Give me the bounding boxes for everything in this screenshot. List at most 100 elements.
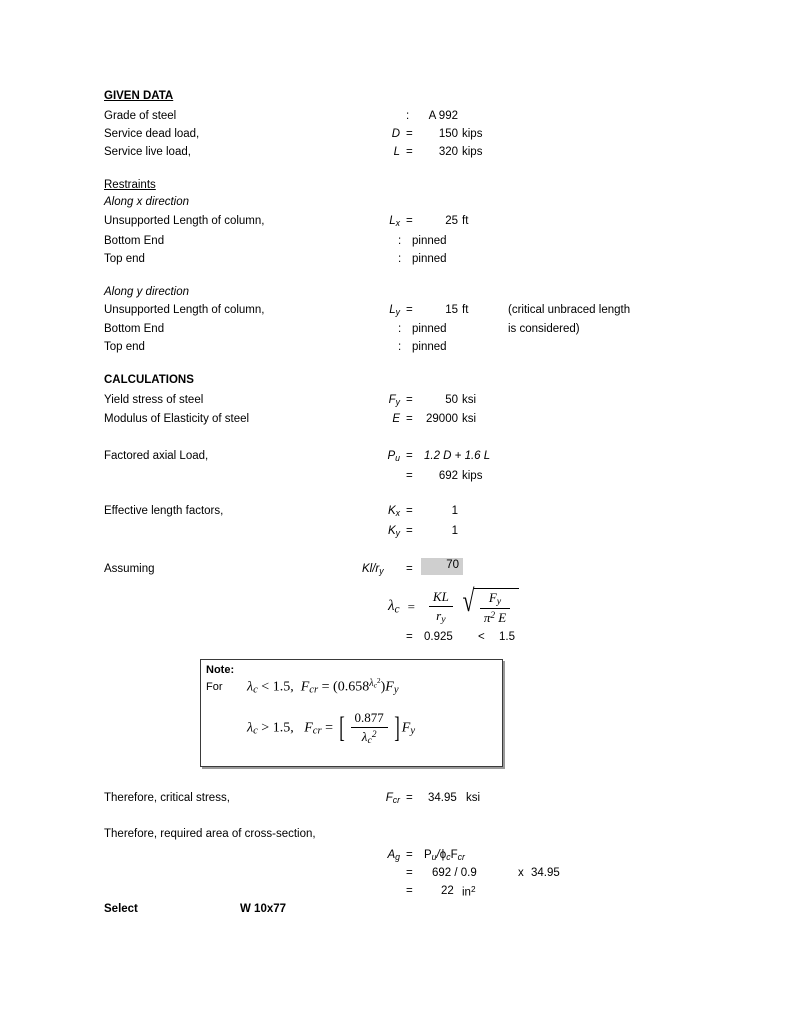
required-area-label: Therefore, required area of cross-sectio… (104, 828, 316, 840)
note-equation-elastic: λc < 1.5, Fcr = (0.658λc2)Fy (247, 677, 399, 696)
lambda-c-symbol: λc (388, 598, 400, 616)
yield-stress-unit: ksi (462, 394, 477, 406)
unsupported-length-y-value: 15 (445, 304, 458, 316)
yield-stress-label: Yield stress of steel (104, 394, 204, 406)
ry-denominator: ry (436, 608, 446, 626)
unsupported-length-y-unit: ft (462, 304, 469, 316)
slenderness-ratio-value: 70 (421, 558, 463, 575)
critical-stress-symbol: Fcr (385, 792, 400, 805)
lambda-c-result-op: = (406, 631, 413, 643)
unsupported-length-x-symbol: Lx (389, 215, 400, 228)
lambda-squared-denominator: λc2 (361, 729, 377, 747)
calculation-sheet: GIVEN DATA Grade of steel : A 992 Servic… (0, 0, 800, 1035)
top-end-x-label: Top end (104, 253, 145, 265)
required-area-line2-value: 692 / 0.9 (432, 867, 477, 879)
kl-over-ry-fraction: KL ry (428, 589, 453, 626)
top-end-y-value: pinned (412, 341, 447, 353)
ky-value: 1 (451, 525, 458, 537)
bottom-end-x-op: : (398, 235, 402, 247)
unsupported-length-x-unit: ft (462, 215, 469, 227)
factored-load-label: Factored axial Load, (104, 450, 209, 462)
service-live-load-unit: kips (462, 146, 483, 158)
left-bracket-icon: [ (338, 711, 345, 745)
ky-symbol: Ky (387, 525, 400, 538)
given-data-heading: GIVEN DATA (104, 90, 174, 102)
along-y-direction-subheading: Along y direction (104, 286, 190, 298)
along-x-direction-subheading: Along x direction (104, 196, 190, 208)
required-area-op: = (406, 849, 413, 861)
service-live-load-symbol: L (393, 146, 400, 158)
critical-stress-label: Therefore, critical stress, (104, 792, 230, 804)
note-box: Note: For λc < 1.5, Fcr = (0.658λc2)Fy λ… (200, 659, 503, 767)
top-end-x-value: pinned (412, 253, 447, 265)
bottom-end-y-label: Bottom End (104, 323, 165, 335)
restraints-heading: Restraints (104, 179, 156, 191)
note-equation-inelastic: λc > 1.5, Fcr = [ 0.877 λc2 ] Fy (247, 710, 416, 747)
modulus-unit: ksi (462, 413, 477, 425)
top-end-y-label: Top end (104, 341, 145, 353)
unsupported-length-y-label: Unsupported Length of column, (104, 304, 265, 316)
square-root-icon: √ Fy π2 E (460, 585, 520, 626)
grade-of-steel-value: A 992 (428, 110, 458, 122)
kx-value: 1 (451, 505, 458, 517)
top-end-x-op: : (398, 253, 402, 265)
critical-stress-op: = (406, 792, 413, 804)
bottom-end-y-value: pinned (412, 323, 447, 335)
bottom-end-y-op: : (398, 323, 402, 335)
modulus-symbol: E (392, 413, 400, 425)
factored-load-result-value: 692 (438, 470, 458, 482)
0877-over-lambda2-fraction: 0.877 λc2 (350, 710, 388, 747)
grade-of-steel-label: Grade of steel (104, 110, 177, 122)
required-area-formula: Pu/ϕcFcr (424, 849, 465, 862)
critical-unbraced-note-line-2: is considered) (508, 323, 580, 335)
modulus-value: 29000 (426, 413, 458, 425)
slenderness-ratio-symbol: Kl/ry (362, 563, 384, 576)
right-bracket-icon: ] (394, 711, 400, 745)
top-end-y-op: : (398, 341, 402, 353)
selected-section-value: W 10x77 (240, 903, 287, 915)
pi2e-denominator: π2 E (483, 610, 507, 626)
required-area-line3-unit: in2 (462, 885, 476, 899)
bottom-end-x-value: pinned (412, 235, 447, 247)
service-dead-load-label: Service dead load, (104, 128, 200, 140)
fy-over-pi2e-fraction: Fy π2 E (479, 590, 511, 626)
lambda-c-op: = (407, 599, 415, 615)
service-live-load-label: Service live load, (104, 146, 191, 158)
critical-stress-unit: ksi (466, 792, 481, 804)
lambda-c-result-value: 0.925 (424, 631, 453, 643)
assuming-label: Assuming (104, 563, 155, 575)
required-area-line2-op: = (406, 867, 413, 879)
factored-load-op: = (406, 450, 413, 462)
lambda-c-formula: λc = KL ry √ Fy π2 E (388, 585, 520, 626)
lambda-c-comparison-value: 1.5 (499, 631, 515, 643)
required-area-line2-mult: x (518, 867, 524, 879)
unsupported-length-x-label: Unsupported Length of column, (104, 215, 265, 227)
select-label: Select (104, 903, 138, 915)
required-area-symbol: Ag (387, 849, 400, 862)
factored-load-result-unit: kips (462, 470, 483, 482)
note-box-for-label: For (206, 681, 223, 693)
service-dead-load-unit: kips (462, 128, 483, 140)
critical-unbraced-note-line-1: (critical unbraced length (508, 304, 631, 316)
required-area-line3-op: = (406, 885, 413, 897)
fy-numerator: Fy (479, 590, 511, 610)
service-live-load-value: 320 (438, 146, 458, 158)
kx-symbol: Kx (387, 505, 400, 518)
slenderness-ratio-input[interactable]: 70 (421, 558, 463, 575)
critical-stress-value: 34.95 (428, 792, 457, 804)
factored-load-formula: 1.2 D + 1.6 L (424, 450, 491, 462)
bottom-end-x-label: Bottom End (104, 235, 165, 247)
required-area-line2-factor: 34.95 (531, 867, 560, 879)
modulus-label: Modulus of Elasticity of steel (104, 413, 250, 425)
kl-numerator: KL (428, 589, 453, 607)
unsupported-length-x-value: 25 (445, 215, 458, 227)
bracket-group: [ 0.877 λc2 ] (337, 710, 402, 746)
calculations-heading: CALCULATIONS (104, 374, 194, 386)
factored-load-symbol: Pu (387, 450, 400, 463)
lambda-c-comparison-op: < (478, 631, 485, 643)
unsupported-length-y-symbol: Ly (389, 304, 400, 317)
effective-length-factors-label: Effective length factors, (104, 505, 224, 517)
service-dead-load-symbol: D (391, 128, 400, 140)
yield-stress-value: 50 (445, 394, 458, 406)
0877-numerator: 0.877 (350, 710, 388, 728)
